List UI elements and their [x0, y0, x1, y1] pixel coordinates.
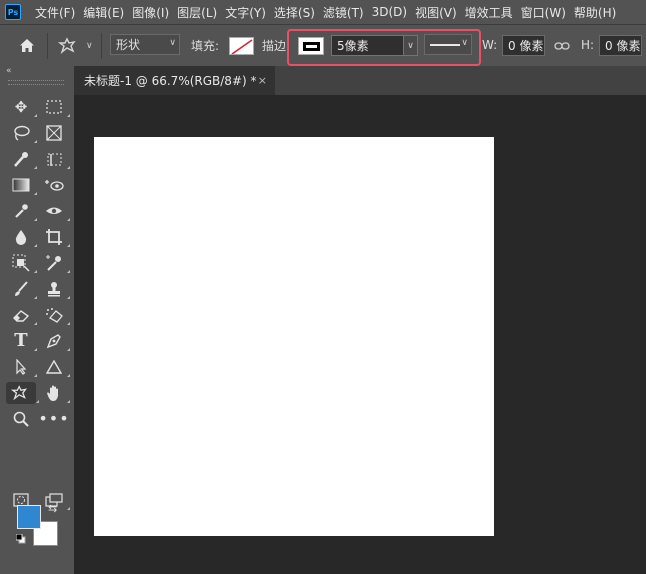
- solid-line-icon: [430, 43, 460, 46]
- marquee-tool[interactable]: [41, 96, 70, 118]
- menu-3d[interactable]: 3D(D): [368, 5, 411, 19]
- mode-select[interactable]: 形状 ∨: [110, 34, 180, 55]
- stroke-label: 描边:: [262, 39, 291, 53]
- chevron-down-icon: ∨: [86, 40, 93, 51]
- chevron-down-icon: ∨: [169, 38, 176, 48]
- eye-dropper-variant-tool[interactable]: [41, 200, 70, 222]
- path-selection-tool[interactable]: [8, 356, 37, 378]
- no-color-icon: [231, 39, 253, 54]
- menu-plugins[interactable]: 增效工具: [461, 4, 517, 21]
- collapse-panel-icon[interactable]: «: [6, 66, 12, 76]
- frame-tool[interactable]: [41, 122, 67, 144]
- menu-window[interactable]: 窗口(W): [517, 4, 570, 21]
- background-eraser-tool[interactable]: [41, 304, 70, 326]
- mode-value: 形状: [116, 38, 141, 52]
- menu-view[interactable]: 视图(V): [411, 4, 461, 21]
- zoom-tool[interactable]: [8, 408, 34, 430]
- clone-stamp-tool[interactable]: [41, 278, 70, 300]
- object-selection-tool[interactable]: [41, 148, 70, 170]
- photoshop-logo-icon: Ps: [5, 4, 21, 20]
- document-tab-bar: 未标题-1 @ 66.7%(RGB/8#) * ×: [74, 66, 646, 95]
- content-aware-tool[interactable]: [41, 174, 67, 196]
- gradient-tool[interactable]: [8, 174, 37, 196]
- options-divider: [101, 33, 102, 59]
- options-bar: ∨ 形状 ∨ 填充: 描边: 5像素 ∨ ∨ W: 0 像素 H: 0 像素: [0, 24, 646, 66]
- brush-tool[interactable]: [8, 278, 37, 300]
- select-subject-tool[interactable]: [8, 252, 37, 274]
- document-canvas[interactable]: [94, 137, 494, 536]
- home-icon: [20, 38, 34, 52]
- pen-tool[interactable]: [41, 330, 70, 352]
- width-input[interactable]: 0 像素: [502, 35, 545, 56]
- crop-tool[interactable]: [41, 226, 70, 248]
- menu-image[interactable]: 图像(I): [128, 4, 173, 21]
- menu-file[interactable]: 文件(F): [31, 4, 79, 21]
- eyedropper-tool[interactable]: [8, 200, 37, 222]
- height-input[interactable]: 0 像素: [599, 35, 642, 56]
- more-tools[interactable]: •••: [38, 408, 68, 430]
- height-label: H:: [581, 38, 595, 52]
- fill-label: 填充:: [191, 39, 220, 53]
- custom-shape-tool[interactable]: [6, 382, 39, 404]
- document-tab-title: 未标题-1 @ 66.7%(RGB/8#) *: [84, 74, 257, 88]
- default-colors-icon[interactable]: [16, 534, 26, 544]
- options-divider: [47, 33, 48, 59]
- move-tool[interactable]: ✥: [8, 96, 37, 118]
- fill-swatch[interactable]: [229, 37, 254, 55]
- height-value: 0 像素: [605, 39, 641, 53]
- stroke-color-icon: [302, 41, 320, 51]
- stroke-type-select[interactable]: ∨: [424, 34, 472, 55]
- menu-type[interactable]: 文字(Y): [221, 4, 270, 21]
- tools-panel: « ✥ T ••• ⇆: [0, 66, 74, 574]
- link-icon: [554, 41, 570, 50]
- menu-filter[interactable]: 滤镜(T): [319, 4, 368, 21]
- lasso-tool[interactable]: [8, 122, 37, 144]
- menu-help[interactable]: 帮助(H): [570, 4, 620, 21]
- menu-layer[interactable]: 图层(L): [173, 4, 221, 21]
- chevron-down-icon: ∨: [407, 40, 414, 51]
- menu-bar: Ps 文件(F) 编辑(E) 图像(I) 图层(L) 文字(Y) 选择(S) 滤…: [0, 0, 646, 24]
- chevron-down-icon: ∨: [461, 38, 468, 48]
- tool-preset-picker[interactable]: ∨: [58, 25, 93, 66]
- close-icon[interactable]: ×: [258, 74, 267, 87]
- screen-mode-tool[interactable]: [41, 489, 70, 511]
- stroke-width-value: 5像素: [337, 39, 369, 53]
- stroke-swatch[interactable]: [298, 37, 324, 55]
- stroke-width-dropdown[interactable]: ∨: [403, 35, 418, 56]
- color-sampler-tool[interactable]: [41, 252, 70, 274]
- menu-edit[interactable]: 编辑(E): [79, 4, 128, 21]
- home-button[interactable]: [18, 25, 36, 66]
- width-label: W:: [482, 38, 498, 52]
- menu-select[interactable]: 选择(S): [270, 4, 319, 21]
- panel-grip[interactable]: [8, 80, 64, 85]
- foreground-color-swatch[interactable]: [17, 505, 41, 529]
- custom-shape-icon: [58, 36, 76, 54]
- triangle-shape-tool[interactable]: [41, 356, 70, 378]
- type-tool[interactable]: T: [8, 330, 37, 352]
- quick-selection-tool[interactable]: [8, 148, 37, 170]
- hand-tool[interactable]: [41, 382, 70, 404]
- width-value: 0 像素: [508, 39, 544, 53]
- document-tab[interactable]: 未标题-1 @ 66.7%(RGB/8#) * ×: [74, 66, 275, 95]
- eraser-tool[interactable]: [8, 304, 37, 326]
- link-dimensions-button[interactable]: [554, 25, 570, 66]
- blur-tool[interactable]: [8, 226, 37, 248]
